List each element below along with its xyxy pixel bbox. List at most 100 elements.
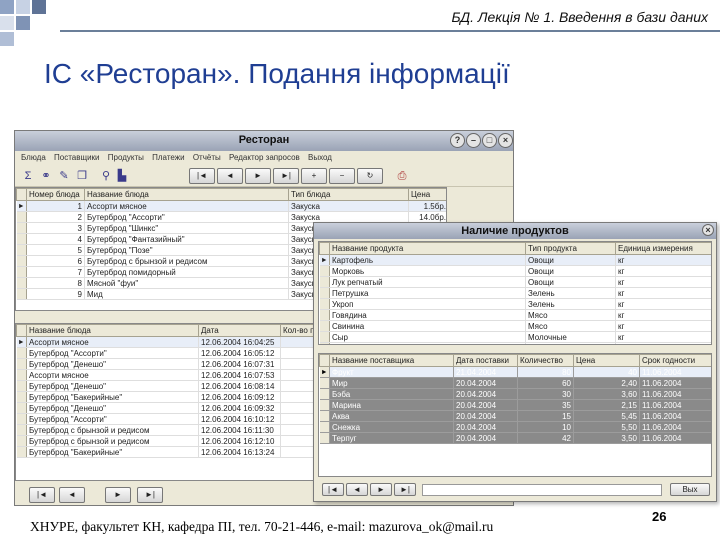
table-row[interactable]: Бутерброд "Бакерийные" 12.06.2004 16:13:2… xyxy=(16,446,314,458)
table-row[interactable]: ► Ассорти мясное 12.06.2004 16:04:25 xyxy=(16,336,314,348)
col-dish-price[interactable]: Цена xyxy=(408,188,446,201)
cell-delivery-date: 20.04.2004 xyxy=(453,432,518,444)
add-record-button[interactable]: + xyxy=(301,168,327,184)
cell-supplier: Снежка xyxy=(329,421,454,433)
col-order-date[interactable]: Дата xyxy=(198,324,281,337)
cell-product-unit: кг xyxy=(615,320,711,332)
delete-record-button[interactable]: − xyxy=(329,168,355,184)
status-field[interactable] xyxy=(422,484,662,496)
table-row[interactable]: Мир 20.04.2004 60 2,40 11.06.2004 xyxy=(319,377,711,389)
table-row[interactable]: Ассорти мясное 12.06.2004 16:07:53 xyxy=(16,369,314,381)
table-row[interactable]: Бэба 20.04.2004 30 3,60 11.06.2004 xyxy=(319,388,711,400)
col-quantity[interactable]: Количество xyxy=(517,354,574,367)
cell-quantity: 10 xyxy=(517,421,574,433)
products-close-button[interactable]: × xyxy=(702,224,714,236)
col-order-dish[interactable]: Название блюда xyxy=(26,324,199,337)
orders-nav-next-button[interactable]: ► xyxy=(105,487,131,503)
table-row[interactable]: Морковь Овощи кг xyxy=(319,265,711,277)
table-row[interactable]: Бутерброд "Денешо" 12.06.2004 16:09:32 xyxy=(16,402,314,414)
table-row[interactable]: Бутерброд "Бакерийные" 12.06.2004 16:09:1… xyxy=(16,391,314,403)
row-indicator xyxy=(16,233,27,245)
col-expiry[interactable]: Срок годности xyxy=(639,354,711,367)
table-row[interactable]: МаслоМолочныекг xyxy=(319,342,711,344)
nav-prev-button[interactable]: ◄ xyxy=(217,168,243,184)
menu-reports[interactable]: Отчёты xyxy=(193,151,221,165)
table-row[interactable]: Снежка 20.04.2004 10 5,50 11.06.2004 xyxy=(319,421,711,433)
col-dish-type[interactable]: Тип блюда xyxy=(288,188,409,201)
menu-suppliers[interactable]: Поставщики xyxy=(54,151,100,165)
menu-dishes[interactable]: Блюда xyxy=(21,151,46,165)
deliveries-grid[interactable]: Название поставщика Дата поставки Количе… xyxy=(318,353,712,477)
filter-icon[interactable]: ⚲ xyxy=(99,169,113,183)
table-row[interactable]: ► Картофель Овощи кг xyxy=(319,254,711,266)
col-dish-name[interactable]: Название блюда xyxy=(84,188,289,201)
cell-dish-price: 1.5бр. xyxy=(408,200,446,212)
cell-product-type: Мясо xyxy=(525,320,616,332)
close-button[interactable]: × xyxy=(498,133,513,148)
table-row[interactable]: Марина 20.04.2004 35 2,15 11.06.2004 xyxy=(319,399,711,411)
table-row[interactable]: Бутерброд с брынзой и редисом 12.06.2004 … xyxy=(16,435,314,447)
table-row[interactable]: Лук репчатый Овощи кг xyxy=(319,276,711,288)
products-nav-prev-button[interactable]: ◄ xyxy=(346,483,368,496)
minimize-button[interactable]: – xyxy=(466,133,481,148)
col-product-type[interactable]: Тип продукта xyxy=(525,242,616,255)
help-button[interactable]: ? xyxy=(450,133,465,148)
products-nav-next-button[interactable]: ► xyxy=(370,483,392,496)
col-product-unit[interactable]: Единица измерения xyxy=(615,242,711,255)
cell-expiry: 11.06.2004 xyxy=(639,432,711,444)
table-row[interactable]: Укроп Зелень кг xyxy=(319,298,711,310)
orders-nav-first-button[interactable]: |◄ xyxy=(29,487,55,503)
menu-query-editor[interactable]: Редактор запросов xyxy=(229,151,300,165)
menu-products[interactable]: Продукты xyxy=(108,151,144,165)
table-row[interactable]: Бутерброд "Ассорти" 12.06.2004 16:10:12 xyxy=(16,413,314,425)
orders-nav-prev-button[interactable]: ◄ xyxy=(59,487,85,503)
row-indicator xyxy=(16,380,27,392)
cell-dish-name: Ассорти мясное xyxy=(84,200,289,212)
cell-product-unit: кг xyxy=(615,298,711,310)
copy-icon[interactable]: ❐ xyxy=(75,169,89,183)
exit-button[interactable]: Вых xyxy=(670,483,710,496)
col-product-name[interactable]: Название продукта xyxy=(329,242,526,255)
table-row[interactable]: Сыр Молочные кг xyxy=(319,331,711,343)
table-row[interactable]: Бутерброд с брынзой и редисом 12.06.2004 … xyxy=(16,424,314,436)
cell-order-dish: Бутерброд "Ассорти" xyxy=(26,413,199,425)
refresh-button[interactable]: ↻ xyxy=(357,168,383,184)
edit-icon[interactable]: ✎ xyxy=(57,169,71,183)
nav-last-button[interactable]: ►| xyxy=(273,168,299,184)
cell-product-name: Морковь xyxy=(329,265,526,277)
link-icon[interactable]: ⚭ xyxy=(39,169,53,183)
table-row[interactable]: Бутерброд "Денешо" 12.06.2004 16:08:14 xyxy=(16,380,314,392)
table-row[interactable]: Бутерброд "Денешо" 12.06.2004 16:07:31 xyxy=(16,358,314,370)
cell-expiry: 11.06.2004 xyxy=(639,399,711,411)
col-price[interactable]: Цена xyxy=(573,354,640,367)
table-row[interactable]: ► Фрукт 21.04.2004 80 40 11.06.2004 xyxy=(319,366,711,378)
menu-exit[interactable]: Выход xyxy=(308,151,332,165)
table-row[interactable]: Терпуг 20.04.2004 42 3,50 11.06.2004 xyxy=(319,432,711,444)
products-nav-first-button[interactable]: |◄ xyxy=(322,483,344,496)
orders-grid[interactable]: Название блюда Дата Кол-во порций ►Ассор… xyxy=(15,323,315,481)
table-row[interactable]: Аква 20.04.2004 15 5,45 11.06.2004 xyxy=(319,410,711,422)
table-row[interactable]: Петрушка Зелень кг xyxy=(319,287,711,299)
orders-nav-last-button[interactable]: ►| xyxy=(137,487,163,503)
table-row[interactable]: Свинина Мясо кг xyxy=(319,320,711,332)
col-supplier[interactable]: Название поставщика xyxy=(329,354,454,367)
products-grid[interactable]: Название продукта Тип продукта Единица и… xyxy=(318,241,712,345)
table-row[interactable]: ► 1 Ассорти мясное Закуска 1.5бр. xyxy=(16,200,446,212)
nav-next-button[interactable]: ► xyxy=(245,168,271,184)
row-indicator: ► xyxy=(319,366,330,378)
chart-icon[interactable]: ▙ xyxy=(115,169,129,183)
cell-dish-type: Закуска xyxy=(288,211,409,223)
col-order-qty[interactable]: Кол-во порций xyxy=(280,324,314,337)
menu-payments[interactable]: Платежи xyxy=(152,151,184,165)
table-row[interactable]: 2 Бутерброд "Ассорти" Закуска 14.0бр. xyxy=(16,211,446,223)
cell-order-qty xyxy=(280,446,314,458)
nav-first-button[interactable]: |◄ xyxy=(189,168,215,184)
table-row[interactable]: Бутерброд "Ассорти" 12.06.2004 16:05:12 xyxy=(16,347,314,359)
table-row[interactable]: Говядина Мясо кг xyxy=(319,309,711,321)
maximize-button[interactable]: □ xyxy=(482,133,497,148)
col-dish-number[interactable]: Номер блюда xyxy=(26,188,85,201)
print-icon[interactable]: ⎙ xyxy=(395,169,409,183)
col-delivery-date[interactable]: Дата поставки xyxy=(453,354,518,367)
products-nav-last-button[interactable]: ►| xyxy=(394,483,416,496)
sum-icon[interactable]: Σ xyxy=(21,169,35,183)
